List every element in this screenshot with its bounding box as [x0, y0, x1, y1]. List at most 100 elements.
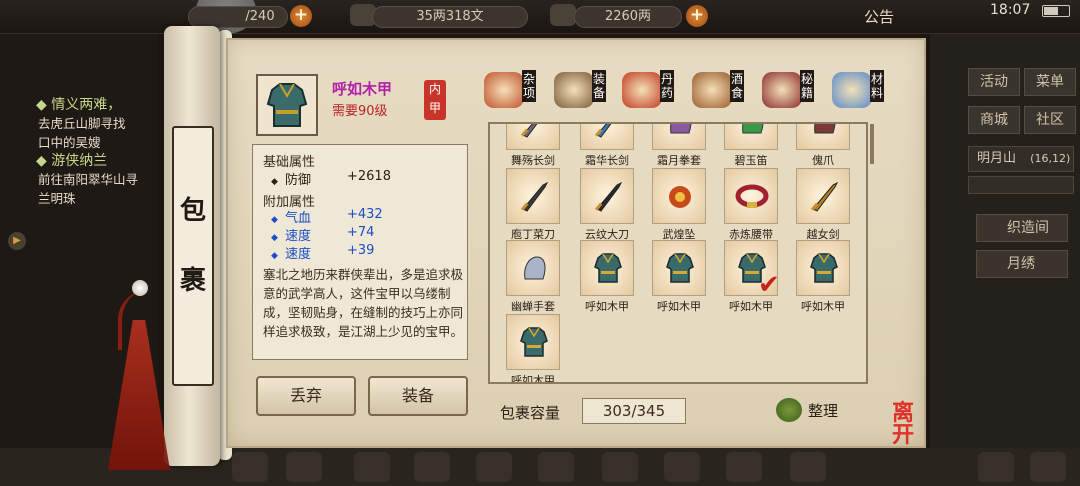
- capacity-value: 303/345: [582, 398, 686, 424]
- glove-icon: [670, 124, 692, 134]
- category-icon: [622, 72, 662, 108]
- add-stamina-button[interactable]: +: [290, 5, 312, 27]
- inventory-slot[interactable]: [796, 124, 850, 150]
- inventory-slot[interactable]: [506, 168, 560, 224]
- inventory-item-name: 呼如木甲: [511, 374, 555, 384]
- scroll-title: 包 裹: [172, 126, 214, 386]
- inventory-slot[interactable]: [506, 240, 560, 296]
- capacity-label: 包裹容量: [500, 404, 561, 422]
- category-icon: [832, 72, 872, 108]
- category-label: 酒食: [730, 70, 744, 102]
- task-button[interactable]: 织造间: [976, 214, 1068, 242]
- bag-icon: [776, 398, 802, 422]
- scroll-title-char: 裹: [179, 266, 206, 296]
- stat-row: ◆ 气血 +432: [271, 207, 383, 226]
- inventory-slot[interactable]: [652, 240, 706, 296]
- inventory-scrollbar[interactable]: [870, 124, 874, 164]
- item-description: 塞北之地历来群侠辈出，多是追求极意的武学高人，这件宝甲以乌缕制成，坚韧贴身，在缝…: [263, 267, 464, 339]
- menu-icon[interactable]: [538, 452, 574, 482]
- armor-icon: [256, 74, 318, 136]
- category-icon: [692, 72, 732, 108]
- gold-icon: [550, 4, 576, 26]
- sort-button[interactable]: 整理: [776, 396, 856, 426]
- sword-icon: [810, 181, 839, 212]
- quest-title[interactable]: ◆ 情义两难，: [36, 94, 121, 114]
- inventory-item-name: 幽蝉手套: [511, 300, 555, 313]
- task-button[interactable]: 月绣: [976, 250, 1068, 278]
- inventory-slot[interactable]: [580, 124, 634, 150]
- menu-icon[interactable]: [978, 452, 1014, 482]
- menu-icon[interactable]: [726, 452, 762, 482]
- quest-title[interactable]: ◆ 游侠纳兰: [36, 150, 107, 170]
- minimap[interactable]: [968, 176, 1074, 194]
- flute-icon: [742, 124, 764, 134]
- leave-button[interactable]: 离开: [892, 402, 940, 452]
- location-display: 明月山 (16,12): [968, 146, 1074, 172]
- leave-label: 离开: [892, 400, 915, 448]
- activity-button[interactable]: 活动: [968, 68, 1020, 96]
- community-button[interactable]: 社区: [1024, 106, 1076, 134]
- stat-row: ◆ 速度 +39: [271, 243, 375, 262]
- armor-icon: [594, 253, 622, 283]
- inventory-item-name: 呼如木甲: [585, 300, 629, 313]
- inventory-item-name: 呼如木甲: [801, 300, 845, 313]
- inventory-item-name: 傀爪: [812, 154, 834, 167]
- menu-button[interactable]: 菜单: [1024, 68, 1076, 96]
- category-tab[interactable]: 秘籍: [762, 68, 828, 116]
- stats-box: 基础属性 ◆ 防御 +2618 附加属性 ◆ 气血 +432 ◆ 速度 +74 ◆ 速度…: [252, 144, 468, 360]
- expand-arrow-icon[interactable]: ▶: [8, 232, 26, 250]
- shop-button[interactable]: 商城: [968, 106, 1020, 134]
- category-label: 装备: [592, 70, 606, 102]
- glove-icon: [524, 256, 546, 280]
- stat-row: ◆ 速度 +74: [271, 225, 375, 244]
- category-tab[interactable]: 材料: [832, 68, 898, 116]
- inventory-slot[interactable]: [580, 240, 634, 296]
- inventory-slot[interactable]: [724, 168, 778, 224]
- category-tab[interactable]: 酒食: [692, 68, 758, 116]
- menu-icon[interactable]: [354, 452, 390, 482]
- menu-icon[interactable]: [414, 452, 450, 482]
- quest-desc: 去虎丘山脚寻找 口中的吴嫂: [38, 116, 126, 150]
- inventory-item-name: 呼如木甲: [729, 300, 773, 313]
- menu-icon[interactable]: [476, 452, 512, 482]
- item-level-requirement: 需要90级: [332, 104, 388, 119]
- inventory-slot[interactable]: [652, 168, 706, 224]
- announcement-button[interactable]: 公告: [864, 6, 894, 27]
- inventory-slot[interactable]: [506, 124, 560, 150]
- inventory-slot[interactable]: [724, 124, 778, 150]
- menu-icon[interactable]: [286, 452, 322, 482]
- inventory-slot[interactable]: [796, 168, 850, 224]
- category-tab[interactable]: 装备: [554, 68, 620, 116]
- stamina-value: /240: [245, 9, 275, 24]
- selected-check-icon: ✔: [758, 270, 780, 300]
- category-tab[interactable]: 丹药: [622, 68, 688, 116]
- inventory-item-name: 霜月拳套: [657, 154, 701, 167]
- stat-row: ◆ 防御 +2618: [271, 169, 391, 188]
- inventory-slot[interactable]: [652, 124, 706, 150]
- coin-display: 35两318文: [372, 6, 528, 28]
- blade-icon: [594, 181, 623, 212]
- clock: 18:07: [990, 2, 1031, 18]
- category-icon: [554, 72, 594, 108]
- inventory-slot[interactable]: [506, 314, 560, 370]
- right-side-panel: [930, 34, 1080, 454]
- discard-button[interactable]: 丢弃: [256, 376, 356, 416]
- category-label: 丹药: [660, 70, 674, 102]
- inventory-slot[interactable]: [580, 168, 634, 224]
- menu-icon[interactable]: [602, 452, 638, 482]
- equip-button[interactable]: 装备: [368, 376, 468, 416]
- inventory-item-name: 霜华长剑: [585, 154, 629, 167]
- cleaver-icon: [520, 181, 549, 212]
- category-label: 杂项: [522, 70, 536, 102]
- inventory-slot[interactable]: [796, 240, 850, 296]
- inventory-item-name: 呼如木甲: [657, 300, 701, 313]
- add-gold-button[interactable]: +: [686, 5, 708, 27]
- menu-icon[interactable]: [664, 452, 700, 482]
- armor-icon: [810, 253, 838, 283]
- inventory-grid: 舞殇长剑 霜华长剑 霜月拳套 碧玉笛 傀爪 庖丁菜刀 云纹大刀 武煌坠 赤炼腰带 越女剑 幽蝉手套呼…: [488, 122, 868, 384]
- menu-icon[interactable]: [790, 452, 826, 482]
- battery-icon: [1042, 5, 1070, 17]
- menu-icon[interactable]: [1030, 452, 1066, 482]
- category-tab[interactable]: 杂项: [484, 68, 550, 116]
- menu-icon[interactable]: [232, 452, 268, 482]
